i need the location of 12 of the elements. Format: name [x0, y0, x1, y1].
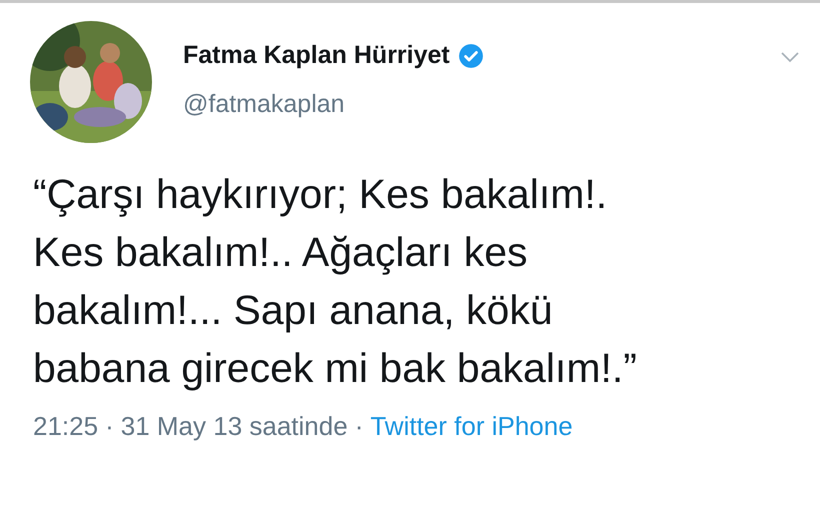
author-name[interactable]: Fatma Kaplan Hürriyet [183, 41, 450, 70]
separator-dot: · [354, 411, 364, 442]
tweet-text-line: bakalım!... Sapı anana, kökü [33, 286, 553, 335]
separator-dot: · [105, 411, 114, 442]
tweet-text-line: “Çarşı haykırıyor; Kes bakalım!. [33, 170, 608, 219]
chevron-down-icon[interactable] [780, 51, 800, 63]
tweet-text-line: Kes bakalım!.. Ağaçları kes [33, 228, 528, 277]
author-handle[interactable]: @fatmakaplan [183, 90, 484, 119]
tweet-text-line: babana girecek mi bak bakalım!.” [33, 344, 637, 393]
source-link[interactable]: Twitter for iPhone [370, 411, 573, 442]
tweet-date: 31 May 13 saatinde [120, 411, 348, 442]
tweet-time: 21:25 [33, 411, 98, 442]
